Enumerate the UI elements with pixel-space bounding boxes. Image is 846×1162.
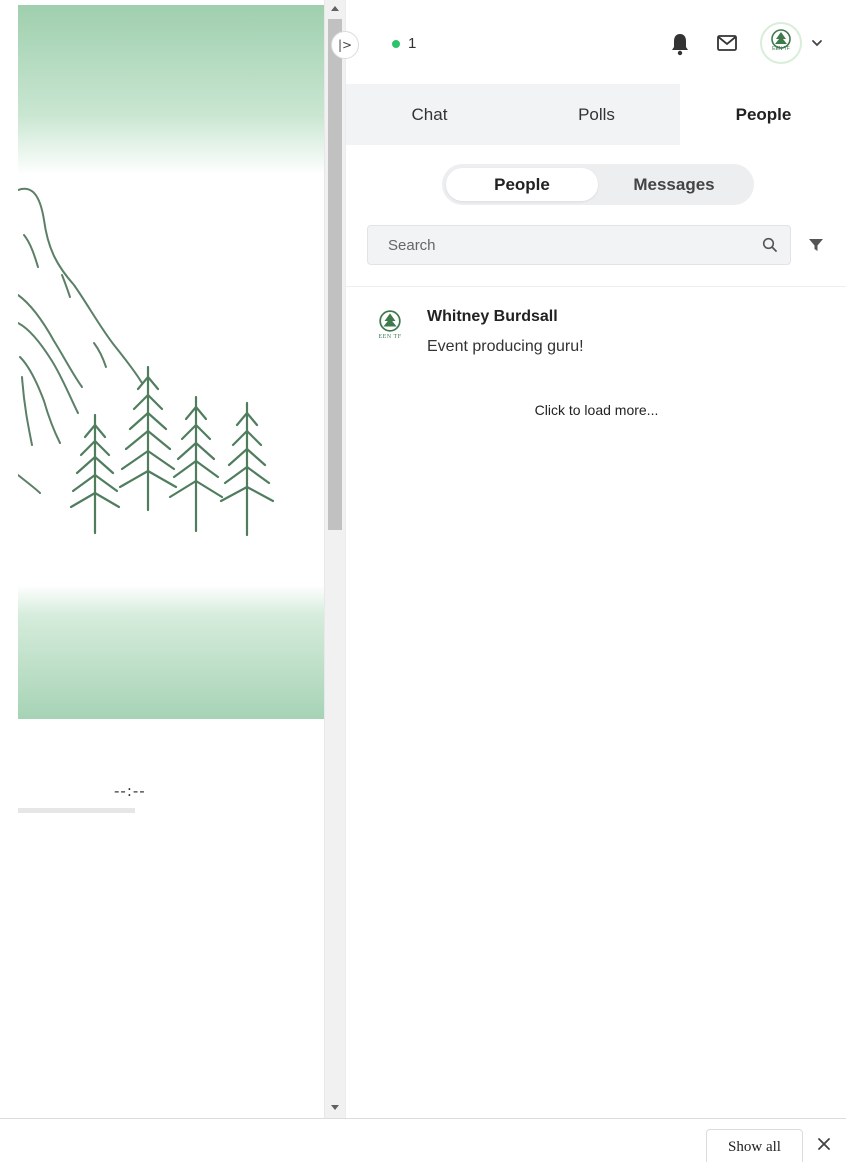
- bell-icon[interactable]: [669, 32, 691, 56]
- scroll-thumb[interactable]: [328, 19, 342, 530]
- search-input[interactable]: [368, 226, 790, 264]
- segment-messages[interactable]: Messages: [598, 168, 750, 201]
- collapse-panel-button[interactable]: |>: [331, 31, 359, 59]
- filter-icon[interactable]: [808, 237, 824, 253]
- tab-people[interactable]: People: [680, 84, 846, 145]
- people-search: [367, 225, 791, 265]
- person-name[interactable]: Whitney Burdsall: [427, 308, 558, 326]
- avatar-logo-text: EEN TF: [378, 334, 402, 340]
- scroll-down-arrow-icon[interactable]: [331, 1105, 339, 1110]
- search-icon[interactable]: [762, 237, 778, 253]
- people-segmented-control: People Messages: [442, 164, 754, 205]
- mountain-trees-illustration: [18, 187, 275, 537]
- avatar-logo-text: EEN TF: [772, 46, 790, 52]
- downloads-bar: Show all: [0, 1118, 846, 1162]
- online-count: 1: [408, 35, 417, 52]
- event-banner-image: [18, 5, 324, 719]
- video-stage: --:--: [18, 0, 324, 1118]
- list-item[interactable]: EEN TF Whitney Burdsall Event producing …: [366, 305, 826, 365]
- show-all-button[interactable]: Show all: [706, 1129, 803, 1162]
- online-dot-icon: [392, 39, 400, 48]
- chevron-down-icon[interactable]: [810, 36, 824, 50]
- video-timecode: --:--: [114, 782, 146, 800]
- tab-chat[interactable]: Chat: [346, 84, 513, 145]
- user-avatar[interactable]: EEN TF: [760, 22, 802, 64]
- tab-polls[interactable]: Polls: [513, 84, 680, 145]
- page-scrollbar[interactable]: [324, 0, 345, 1118]
- avatar: EEN TF: [372, 309, 408, 355]
- sidebar-panel: 1 EEN TF Chat Polls People People Messag…: [345, 0, 846, 1118]
- divider: [346, 286, 846, 287]
- tree-logo-icon: [379, 310, 401, 332]
- person-status: Event producing guru!: [427, 338, 584, 355]
- segment-people[interactable]: People: [446, 168, 598, 201]
- close-icon[interactable]: [816, 1136, 832, 1152]
- online-indicator: 1: [392, 35, 416, 52]
- mail-icon[interactable]: [716, 33, 738, 53]
- scroll-up-arrow-icon[interactable]: [331, 6, 339, 11]
- panel-tabs: Chat Polls People: [346, 84, 846, 145]
- load-more-link[interactable]: Click to load more...: [346, 402, 846, 418]
- video-progress-bar[interactable]: [18, 808, 135, 813]
